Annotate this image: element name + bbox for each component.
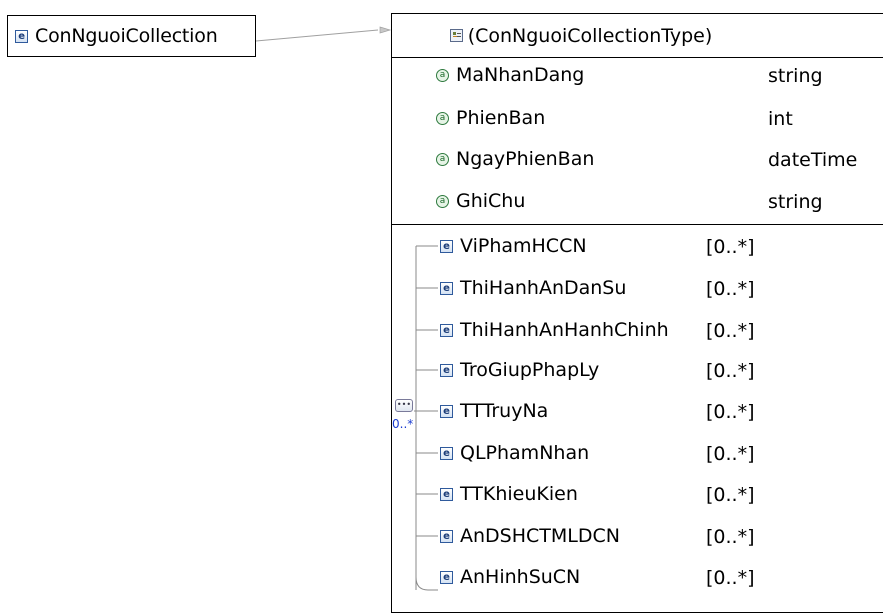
element-icon: e <box>440 323 453 337</box>
child-element-row[interactable]: e AnDSHCTMLDCN <box>440 521 620 551</box>
child-element-row[interactable]: e TTTruyNa <box>440 396 548 426</box>
type-name: (ConNguoiCollectionType) <box>467 24 713 47</box>
attribute-name: GhiChu <box>456 190 526 212</box>
element-icon: e <box>440 487 453 501</box>
element-cardinality: [0..*] <box>706 567 755 589</box>
complex-type-box[interactable]: (ConNguoiCollectionType) a MaNhanDang st… <box>391 13 883 613</box>
element-cardinality: [0..*] <box>706 278 755 300</box>
element-icon: e <box>440 239 453 253</box>
child-element-row[interactable]: e QLPhamNhan <box>440 438 589 468</box>
child-element-row[interactable]: e ThiHanhAnHanhChinh <box>440 315 669 345</box>
child-element-row[interactable]: e AnHinhSuCN <box>440 562 580 592</box>
element-icon: e <box>440 363 453 377</box>
element-icon: e <box>15 29 28 43</box>
element-icon: e <box>440 446 453 460</box>
attributes-divider <box>392 224 883 225</box>
child-element-name: AnHinhSuCN <box>460 566 581 588</box>
sequence-cardinality: 0..* <box>392 417 414 431</box>
child-element-name: TTTruyNa <box>460 400 549 422</box>
element-cardinality: [0..*] <box>706 360 755 382</box>
root-element-name: ConNguoiCollection <box>35 25 218 47</box>
type-header[interactable]: (ConNguoiCollectionType) <box>392 14 883 58</box>
attribute-row[interactable]: a MaNhanDang <box>436 60 584 90</box>
element-icon: e <box>440 570 453 584</box>
element-cardinality: [0..*] <box>706 320 755 342</box>
element-icon: e <box>440 281 453 295</box>
attribute-type: string <box>768 65 823 87</box>
child-element-row[interactable]: e TTKhieuKien <box>440 479 578 509</box>
element-cardinality: [0..*] <box>706 401 755 423</box>
element-cardinality: [0..*] <box>706 443 755 465</box>
attribute-type: string <box>768 191 823 213</box>
attribute-row[interactable]: a PhienBan <box>436 103 545 133</box>
root-element-node[interactable]: e ConNguoiCollection <box>7 15 256 57</box>
attribute-type: dateTime <box>768 149 858 171</box>
attribute-type: int <box>768 108 793 130</box>
child-element-name: TroGiupPhapLy <box>460 359 600 381</box>
child-element-name: QLPhamNhan <box>460 442 590 464</box>
child-element-name: TTKhieuKien <box>460 483 578 505</box>
type-connector-arrow <box>255 26 392 42</box>
element-icon: e <box>440 529 453 543</box>
child-element-name: ThiHanhAnHanhChinh <box>460 319 669 341</box>
child-element-name: ThiHanhAnDanSu <box>460 277 627 299</box>
child-element-name: AnDSHCTMLDCN <box>460 525 620 547</box>
element-icon: e <box>440 404 453 418</box>
element-cardinality: [0..*] <box>706 236 755 258</box>
attribute-name: MaNhanDang <box>456 64 585 86</box>
attribute-row[interactable]: a NgayPhienBan <box>436 144 594 174</box>
attribute-name: PhienBan <box>456 107 546 129</box>
child-element-row[interactable]: e TroGiupPhapLy <box>440 355 599 385</box>
child-element-name: ViPhamHCCN <box>460 235 587 257</box>
element-cardinality: [0..*] <box>706 526 755 548</box>
sequence-compositor-icon[interactable]: ••• <box>395 399 413 412</box>
child-element-row[interactable]: e ThiHanhAnDanSu <box>440 273 626 303</box>
element-cardinality: [0..*] <box>706 484 755 506</box>
child-element-row[interactable]: e ViPhamHCCN <box>440 231 587 261</box>
attribute-name: NgayPhienBan <box>456 148 595 170</box>
